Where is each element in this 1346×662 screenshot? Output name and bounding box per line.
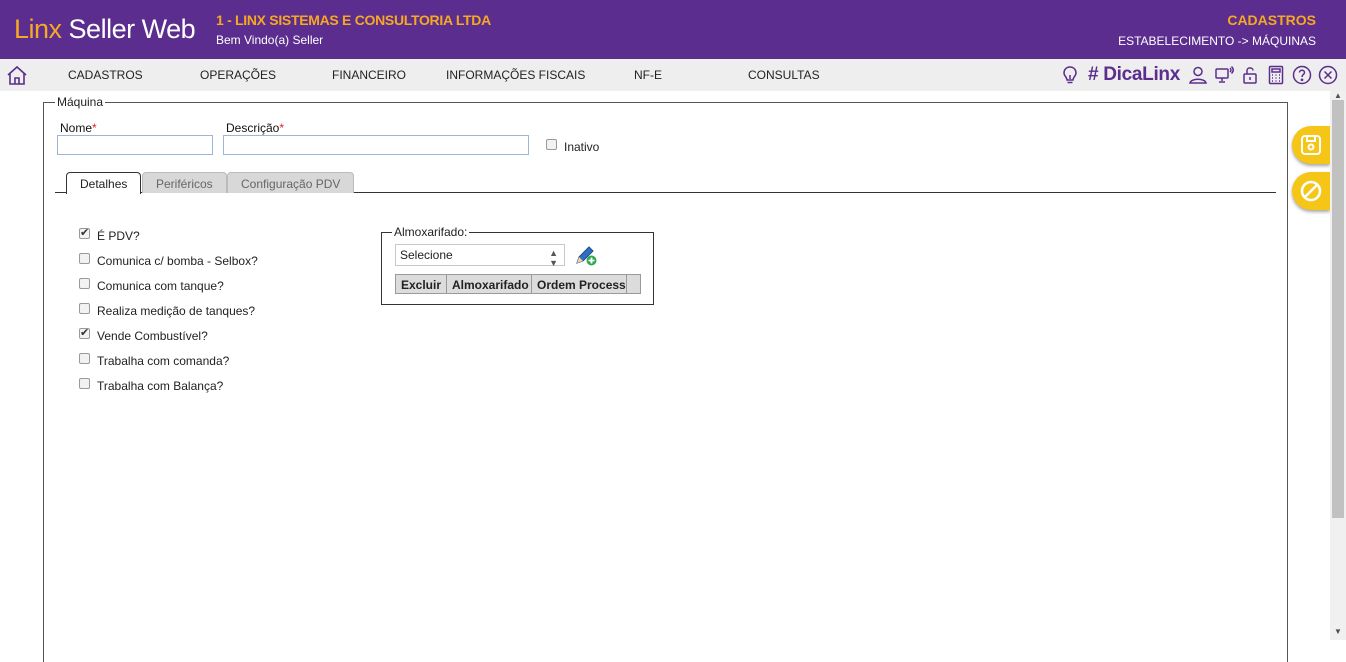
tab-perifericos[interactable]: Periféricos	[142, 172, 227, 193]
menu-cadastros[interactable]: CADASTROS	[68, 68, 143, 82]
save-icon	[1301, 135, 1321, 155]
company-name: 1 - LINX SISTEMAS E CONSULTORIA LTDA	[216, 12, 491, 28]
option-label-medicao-tanques: Realiza medição de tanques?	[97, 304, 256, 318]
option-checkbox-medicao-tanques[interactable]	[79, 303, 90, 314]
option-label-comanda: Trabalha com comanda?	[97, 354, 230, 368]
option-checkbox-vende-combustivel[interactable]	[79, 326, 90, 339]
option-label-comunica-tanque: Comunica com tanque?	[97, 279, 224, 293]
brand-seller-web: Seller Web	[68, 14, 196, 44]
close-icon[interactable]	[1318, 65, 1338, 85]
option-checkbox-comanda[interactable]	[79, 353, 90, 364]
scrollbar-thumb[interactable]	[1332, 100, 1344, 518]
option-label-e-pdv: É PDV?	[97, 229, 140, 243]
user-icon[interactable]	[1188, 65, 1208, 85]
breadcrumb: ESTABELECIMENTO -> MÁQUINAS	[1118, 34, 1316, 48]
descricao-required-mark: *	[279, 121, 285, 135]
tab-detalhes[interactable]: Detalhes	[66, 172, 142, 194]
unlock-icon[interactable]	[1240, 65, 1260, 85]
almoxarifado-legend: Almoxarifado:	[392, 225, 470, 239]
app-logo[interactable]: Linx Seller Web	[14, 14, 196, 45]
nome-input[interactable]	[57, 135, 213, 155]
main-menu: CADASTROS OPERAÇÕES FINANCEIRO INFORMAÇÕ…	[0, 59, 1346, 91]
select-arrows-icon: ▲ ▼	[549, 248, 558, 268]
option-checkbox-e-pdv[interactable]	[79, 226, 90, 239]
almoxarifado-button[interactable]: Almoxarifado	[446, 274, 535, 294]
option-label-balanca: Trabalha com Balança?	[97, 379, 224, 393]
help-icon[interactable]	[1292, 65, 1312, 85]
maquina-legend: Máquina	[55, 95, 106, 109]
extra-grid-button[interactable]	[626, 274, 641, 294]
option-checkbox-comunica-bomba[interactable]	[79, 253, 90, 264]
menu-consultas[interactable]: CONSULTAS	[748, 68, 820, 82]
scroll-up-icon[interactable]: ▲	[1334, 91, 1342, 100]
toolbar-icons: # DicaLinx	[1060, 63, 1338, 87]
descricao-label-text: Descrição	[226, 121, 280, 135]
vertical-scrollbar[interactable]: ▲ ▼	[1330, 91, 1346, 640]
tab-configuracao-pdv[interactable]: Configuração PDV	[227, 172, 355, 193]
lightbulb-icon[interactable]	[1060, 65, 1080, 85]
nome-label-text: Nome	[60, 121, 93, 135]
almoxarifado-fieldset	[381, 232, 654, 305]
descricao-label: Descrição*	[226, 121, 284, 135]
dica-linx-link[interactable]: # DicaLinx	[1088, 64, 1180, 86]
nome-required-mark: *	[92, 121, 97, 135]
menu-operacoes[interactable]: OPERAÇÕES	[200, 68, 276, 82]
almoxarifado-select-value: Selecione	[400, 248, 453, 262]
option-label-comunica-bomba: Comunica c/ bomba - Selbox?	[97, 254, 258, 268]
option-checkbox-balanca[interactable]	[79, 378, 90, 389]
app-header: Linx Seller Web 1 - LINX SISTEMAS E CONS…	[0, 0, 1346, 59]
menu-financeiro[interactable]: FINANCEIRO	[332, 68, 406, 82]
add-almoxarifado-icon[interactable]	[574, 244, 598, 266]
cancel-icon	[1300, 180, 1322, 202]
menu-nfe[interactable]: NF-E	[634, 68, 662, 82]
inativo-label: Inativo	[564, 140, 600, 154]
calculator-icon[interactable]	[1266, 65, 1286, 85]
welcome-message: Bem Vindo(a) Seller	[216, 33, 324, 47]
almoxarifado-select[interactable]: Selecione ▲ ▼	[395, 244, 565, 268]
inativo-checkbox[interactable]	[546, 139, 557, 150]
excluir-button[interactable]: Excluir	[395, 274, 448, 294]
home-icon[interactable]	[6, 64, 28, 86]
ordem-process-button[interactable]: Ordem Process.	[531, 274, 636, 294]
save-button[interactable]	[1292, 126, 1330, 164]
section-title: CADASTROS	[1227, 12, 1316, 28]
menu-informacoes-fiscais[interactable]: INFORMAÇÕES FISCAIS	[446, 68, 585, 82]
descricao-input[interactable]	[223, 135, 529, 155]
cancel-button[interactable]	[1292, 172, 1330, 210]
brand-linx: Linx	[14, 14, 62, 44]
monitor-icon[interactable]	[1214, 65, 1234, 85]
option-label-vende-combustivel: Vende Combustível?	[97, 329, 208, 343]
option-checkbox-comunica-tanque[interactable]	[79, 278, 90, 289]
scroll-down-icon[interactable]: ▼	[1334, 627, 1342, 636]
nome-label: Nome*	[60, 121, 97, 135]
